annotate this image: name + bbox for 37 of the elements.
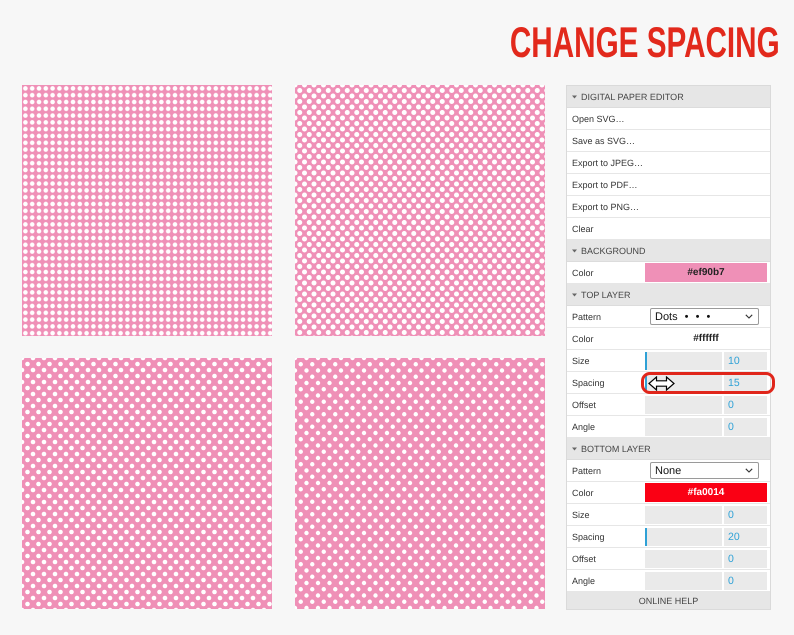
section-header[interactable]: BACKGROUND (567, 240, 770, 262)
section-header[interactable]: DIGITAL PAPER EDITOR (567, 86, 770, 108)
field-label: Angle (571, 576, 596, 586)
slider-track[interactable] (645, 572, 722, 590)
field-label: Spacing (571, 378, 606, 388)
slider-track[interactable] (645, 396, 722, 414)
field-label: Color (571, 488, 595, 498)
page-title: CHANGE SPACING (510, 20, 780, 66)
field-label: Color (571, 334, 595, 344)
section-header[interactable]: TOP LAYER (567, 284, 770, 306)
slider-track[interactable] (645, 506, 722, 524)
slider-track[interactable] (645, 352, 722, 370)
field-label: Offset (571, 554, 597, 564)
field-label: Pattern (571, 312, 602, 322)
field-label: Spacing (571, 532, 606, 542)
slider-track[interactable] (645, 550, 722, 568)
field-label: Size (571, 356, 591, 366)
chevron-icon (745, 314, 753, 319)
menu-item[interactable]: Export to PNG… (567, 196, 770, 218)
slider-track[interactable] (645, 418, 722, 436)
menu-item[interactable]: Open SVG… (567, 108, 770, 130)
slider-track[interactable] (645, 528, 722, 546)
color-field[interactable]: #ef90b7 (645, 263, 767, 282)
field-label: Pattern (571, 466, 602, 476)
section-header[interactable]: BOTTOM LAYER (567, 438, 770, 460)
pattern-dropdown[interactable]: None (650, 462, 759, 479)
field-label: Angle (571, 422, 596, 432)
menu-item[interactable]: Export to JPEG… (567, 152, 770, 174)
field-label: Offset (571, 400, 597, 410)
menu-item[interactable]: Export to PDF… (567, 174, 770, 196)
field-label: Color (571, 268, 595, 278)
online-help-button[interactable]: ONLINE HELP (567, 592, 770, 609)
color-field[interactable]: #fa0014 (645, 483, 767, 502)
pattern-dropdown[interactable]: Dots • • • (650, 308, 759, 325)
chevron-icon (745, 468, 753, 473)
menu-item[interactable]: Save as SVG… (567, 130, 770, 152)
field-label: Size (571, 510, 591, 520)
